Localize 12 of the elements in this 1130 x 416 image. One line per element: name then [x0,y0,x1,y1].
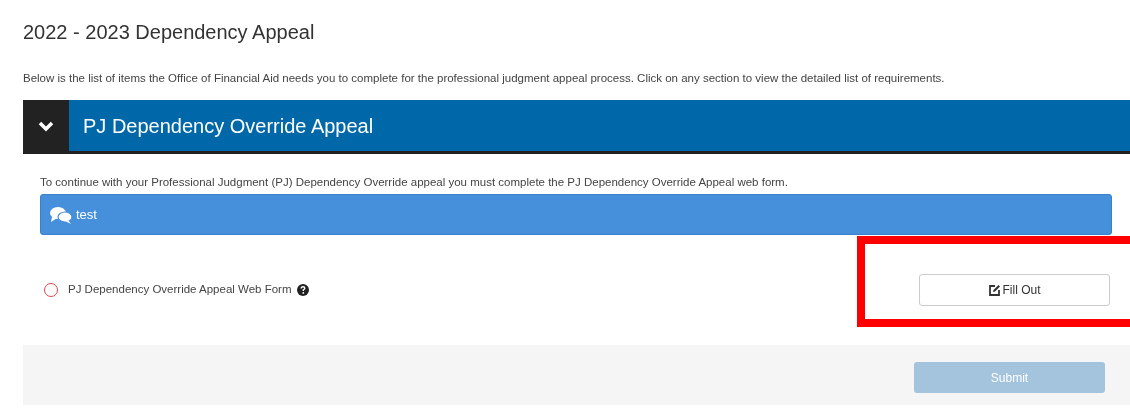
chat-bubbles-icon [49,205,73,224]
page-description: Below is the list of items the Office of Financial Aid needs you to complete for the professional judgment appeal process. Click on any section to view the detailed list of requirements. [23,71,946,86]
edit-icon [988,283,1002,297]
section-title: PJ Dependency Override Appeal [83,113,374,139]
page-title: 2022 - 2023 Dependency Appeal [23,20,316,45]
help-icon[interactable] [296,284,309,296]
submit-button: Submit [914,362,1105,393]
item-label: PJ Dependency Override Appeal Web Form [68,282,292,298]
section-header[interactable]: PJ Dependency Override Appeal [23,100,1130,154]
fill-out-button[interactable]: Fill Out [919,274,1110,306]
section-instructions: To continue with your Professional Judgment (PJ) Dependency Override appeal you must complete the PJ Dependency Override Appeal web form. [40,175,789,190]
message-text: test [76,205,97,224]
